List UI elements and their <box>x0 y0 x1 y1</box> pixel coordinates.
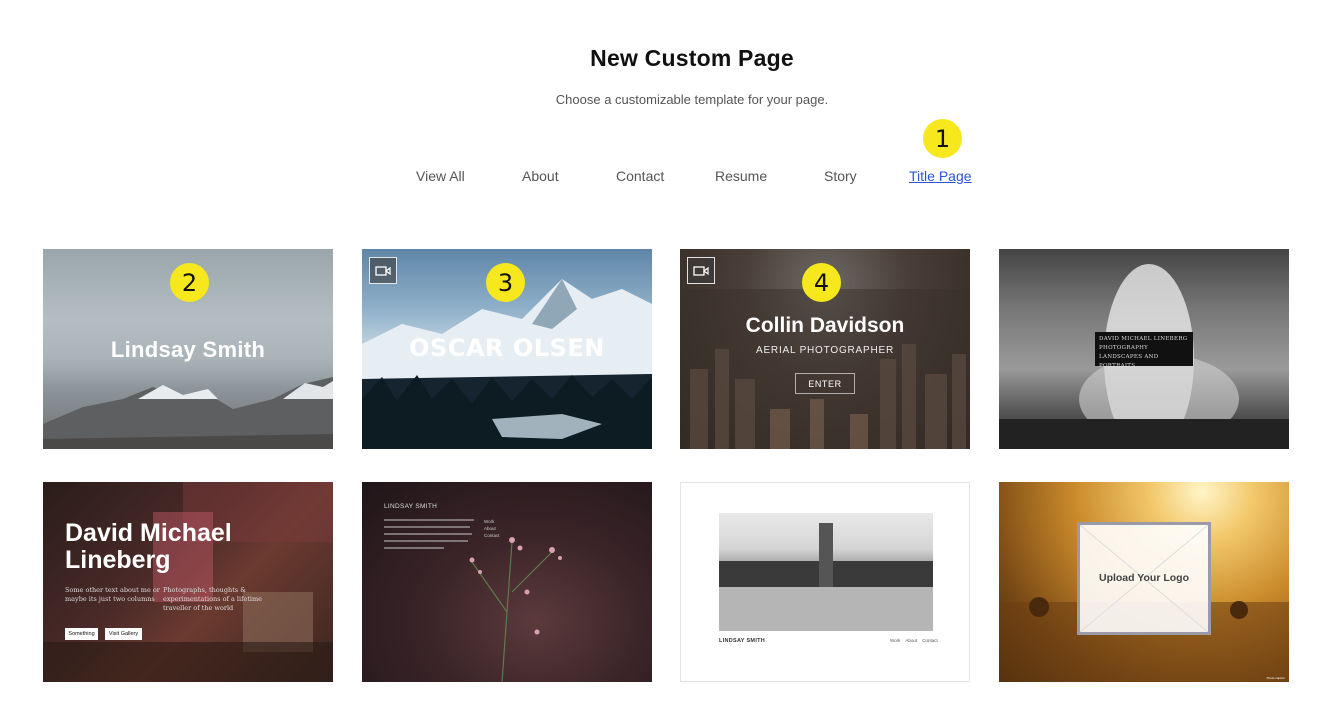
template-nav: Work About Contact <box>484 519 500 538</box>
tab-contact[interactable]: Contact <box>616 168 664 184</box>
step-marker-4: 4 <box>802 263 841 302</box>
template-name: Collin Davidson <box>745 314 905 337</box>
template-text-right: Photographs, thoughts & experimentations… <box>163 586 263 612</box>
logo-placeholder-label: Upload Your Logo <box>1098 572 1190 584</box>
enter-button: ENTER <box>795 373 855 394</box>
video-camera-icon <box>369 257 397 284</box>
tab-view-all[interactable]: View All <box>416 168 465 184</box>
template-preview-image <box>43 482 333 682</box>
tab-about[interactable]: About <box>522 168 559 184</box>
page-title: New Custom Page <box>590 45 794 71</box>
template-name: David Michael Lineberg <box>65 519 232 574</box>
step-marker-3: 3 <box>486 263 525 302</box>
template-name: LINDSAY SMITH <box>719 638 766 644</box>
template-card-lindsay-smith-minimal[interactable]: LINDSAY SMITH Work About Contact <box>680 482 970 682</box>
page-subtitle: Choose a customizable template for your … <box>555 92 829 107</box>
template-nav: Work About Contact <box>890 638 938 643</box>
template-card-lineberg-photography[interactable]: DAVID MICHAEL LINEBERG PHOTOGRAPHY LANDS… <box>999 249 1289 449</box>
tab-title-page[interactable]: Title Page <box>909 168 972 184</box>
template-subtitle: AERIAL PHOTOGRAPHER <box>755 345 894 356</box>
step-marker-2: 2 <box>170 263 209 302</box>
template-preview-image <box>362 482 652 682</box>
tab-story[interactable]: Story <box>824 168 857 184</box>
step-marker-1: 1 <box>923 119 962 158</box>
category-tabs: View All About Contact Resume Story Titl… <box>0 168 1337 188</box>
template-name: OSCAR OLSEN <box>409 334 605 362</box>
photo-caption: Photo caption <box>1266 676 1285 680</box>
template-card-lindsay-smith-story[interactable]: LINDSAY SMITH Work About Contact <box>362 482 652 682</box>
template-text-left: Some other text about me or maybe its ju… <box>65 586 160 603</box>
template-title-box: DAVID MICHAEL LINEBERG PHOTOGRAPHY LANDS… <box>1095 332 1193 369</box>
template-button-visit-gallery: Visit Gallery <box>105 628 142 640</box>
video-camera-icon <box>687 257 715 284</box>
logo-placeholder: Upload Your Logo <box>1077 522 1211 635</box>
template-card-david-michael-lineberg[interactable]: David Michael Lineberg Some other text a… <box>43 482 333 682</box>
template-preview-image <box>719 513 933 631</box>
template-button-something: Something <box>65 628 98 640</box>
template-card-upload-logo[interactable]: Upload Your Logo Photo caption <box>999 482 1289 682</box>
template-name: LINDSAY SMITH <box>384 503 438 510</box>
tab-resume[interactable]: Resume <box>715 168 767 184</box>
template-name: Lindsay Smith <box>110 337 266 362</box>
